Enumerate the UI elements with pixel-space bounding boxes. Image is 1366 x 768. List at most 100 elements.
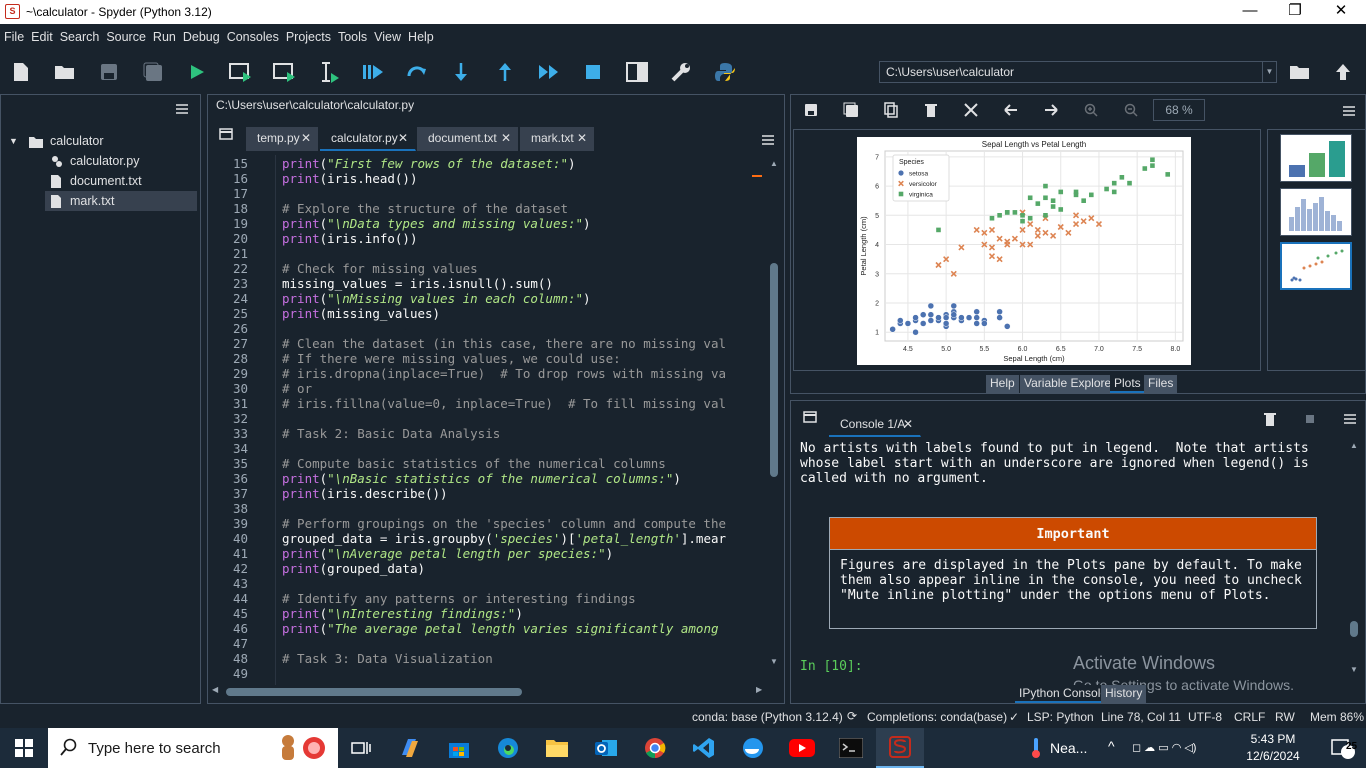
code-line[interactable]: 48 # Task 3: Data Visualization (210, 651, 766, 666)
tab-variable-explorer[interactable]: Variable Explorer (1020, 375, 1120, 393)
menu-projects[interactable]: Projects (282, 26, 334, 44)
tree-file[interactable]: calculator.py (1, 151, 198, 171)
tab-console[interactable]: Console 1/A ✕ (829, 413, 921, 437)
spyder-taskbar-icon[interactable] (876, 728, 924, 768)
hamburger-menu-icon[interactable] (1343, 105, 1355, 119)
step-into-icon[interactable] (445, 52, 477, 92)
menu-run[interactable]: Run (149, 26, 179, 44)
file-explorer-icon[interactable] (533, 728, 581, 768)
menu-search[interactable]: Search (56, 26, 103, 44)
tab-mark-txt[interactable]: mark.txt ✕ (520, 127, 595, 151)
status-lsp[interactable]: LSP: Python (1027, 710, 1094, 724)
save-file-icon[interactable] (93, 52, 125, 92)
code-line[interactable]: 24 print("\nMissing values in each column… (210, 291, 766, 306)
code-line[interactable]: 46 print("The average petal length varies… (210, 621, 766, 636)
save-all-icon[interactable] (137, 52, 169, 92)
menu-help[interactable]: Help (404, 26, 437, 44)
save-plot-icon[interactable] (793, 95, 829, 125)
working-directory-input[interactable]: C:\Users\user\calculator ▼ (879, 61, 1277, 83)
tab-plots[interactable]: Plots (1110, 375, 1145, 393)
vertical-scrollbar[interactable]: ▲ ▼ (768, 159, 780, 669)
code-line[interactable]: 43 (210, 576, 766, 591)
tab-help[interactable]: Help (986, 375, 1019, 393)
hamburger-menu-icon[interactable] (1344, 413, 1356, 427)
copilot-icon[interactable] (386, 728, 434, 768)
step-over-icon[interactable] (401, 52, 433, 92)
browse-folder-icon[interactable] (1284, 52, 1316, 92)
vscode-icon[interactable] (680, 728, 728, 768)
tab-files[interactable]: Files (1144, 375, 1178, 393)
code-line[interactable]: 34 (210, 441, 766, 456)
clock-date[interactable]: 12/6/2024 (1245, 749, 1301, 763)
code-line[interactable]: 18 # Explore the structure of the dataset (210, 201, 766, 216)
chrome-icon[interactable] (631, 728, 679, 768)
zoom-level-field[interactable]: 68 % (1153, 99, 1205, 121)
continue-icon[interactable] (533, 52, 565, 92)
weather-text[interactable]: Nea... (1050, 740, 1087, 756)
plot-viewer[interactable]: 4.5 5.0 5.5 6.0 6.5 7.0 7.5 8.0 1 2 3 4 5 6 7 Sepal Len… (793, 129, 1261, 371)
tree-folder-calculator[interactable]: ▼ calculator (1, 131, 198, 151)
code-line[interactable]: 23 missing_values = iris.isnull().sum() (210, 276, 766, 291)
menu-source[interactable]: Source (102, 26, 149, 44)
python-path-icon[interactable] (709, 52, 741, 92)
code-line[interactable]: 20 print(iris.info()) (210, 231, 766, 246)
tab-ipython-console[interactable]: IPython Console (1015, 685, 1112, 703)
trash-icon[interactable] (913, 95, 949, 125)
remove-all-plots-icon[interactable] (953, 95, 989, 125)
open-file-icon[interactable] (49, 52, 81, 92)
previous-plot-icon[interactable] (993, 95, 1029, 125)
code-line[interactable]: 30 # or (210, 381, 766, 396)
notification-icon[interactable]: 25 (1318, 728, 1366, 768)
zoom-in-icon[interactable] (1073, 95, 1109, 125)
step-return-icon[interactable] (489, 52, 521, 92)
menu-consoles[interactable]: Consoles (223, 26, 282, 44)
tray-icons[interactable]: ◻ ☁ ▭ ◠ ◁) (1132, 741, 1196, 754)
maximize-pane-icon[interactable] (621, 52, 653, 92)
plot-thumbnail[interactable] (1280, 134, 1352, 182)
plot-thumbnail-selected[interactable] (1280, 242, 1352, 290)
close-button[interactable]: ✕ (1318, 0, 1364, 24)
browse-tabs-icon[interactable] (803, 411, 817, 426)
console-scrollbar[interactable]: ▲ ▼ (1349, 441, 1359, 677)
clock-time[interactable]: 5:43 PM (1245, 732, 1301, 746)
hamburger-menu-icon[interactable] (176, 103, 188, 117)
run-selection-icon[interactable] (313, 52, 345, 92)
run-cell-icon[interactable] (225, 52, 257, 92)
trash-icon[interactable] (1264, 412, 1276, 429)
code-line[interactable]: 22 # Check for missing values (210, 261, 766, 276)
code-line[interactable]: 47 (210, 636, 766, 651)
stop-kernel-icon[interactable] (1306, 415, 1314, 423)
preferences-wrench-icon[interactable] (665, 52, 697, 92)
plot-thumbnail[interactable] (1280, 188, 1352, 236)
store-icon[interactable] (435, 728, 483, 768)
close-tab-icon[interactable]: ✕ (903, 413, 913, 436)
save-all-plots-icon[interactable] (833, 95, 869, 125)
code-line[interactable]: 42 print(grouped_data) (210, 561, 766, 576)
youtube-icon[interactable] (778, 728, 826, 768)
minimize-button[interactable]: — (1227, 0, 1273, 24)
chevron-up-icon[interactable]: ^ (1108, 738, 1115, 754)
docker-icon[interactable] (729, 728, 777, 768)
terminal-icon[interactable] (827, 728, 875, 768)
code-line[interactable]: 40 grouped_data = iris.groupby('species')… (210, 531, 766, 546)
console-prompt[interactable]: In [10]: (800, 659, 863, 674)
code-line[interactable]: 37 print(iris.describe()) (210, 486, 766, 501)
maximize-button[interactable]: ❐ (1272, 0, 1318, 24)
code-editor[interactable]: 15 print("First few rows of the dataset:"… (210, 155, 766, 685)
tab-temp-py[interactable]: temp.py ✕ (246, 127, 319, 151)
status-env[interactable]: conda: base (Python 3.12.4) (692, 710, 843, 724)
code-line[interactable]: 29 # iris.dropna(inplace=True) # To drop … (210, 366, 766, 381)
new-file-icon[interactable] (5, 52, 37, 92)
code-line[interactable]: 33 # Task 2: Basic Data Analysis (210, 426, 766, 441)
parent-directory-icon[interactable] (1327, 52, 1359, 92)
windows-start-icon[interactable] (0, 728, 48, 768)
tree-file-selected[interactable]: mark.txt (45, 191, 197, 211)
run-file-icon[interactable] (181, 52, 213, 92)
run-cell-advance-icon[interactable] (269, 52, 301, 92)
next-plot-icon[interactable] (1033, 95, 1069, 125)
code-line[interactable]: 49 (210, 666, 766, 681)
taskbar-search[interactable]: Type here to search (48, 728, 338, 768)
close-tab-icon[interactable]: ✕ (301, 127, 311, 150)
code-line[interactable]: 32 (210, 411, 766, 426)
tab-document-txt[interactable]: document.txt ✕ (417, 127, 519, 151)
